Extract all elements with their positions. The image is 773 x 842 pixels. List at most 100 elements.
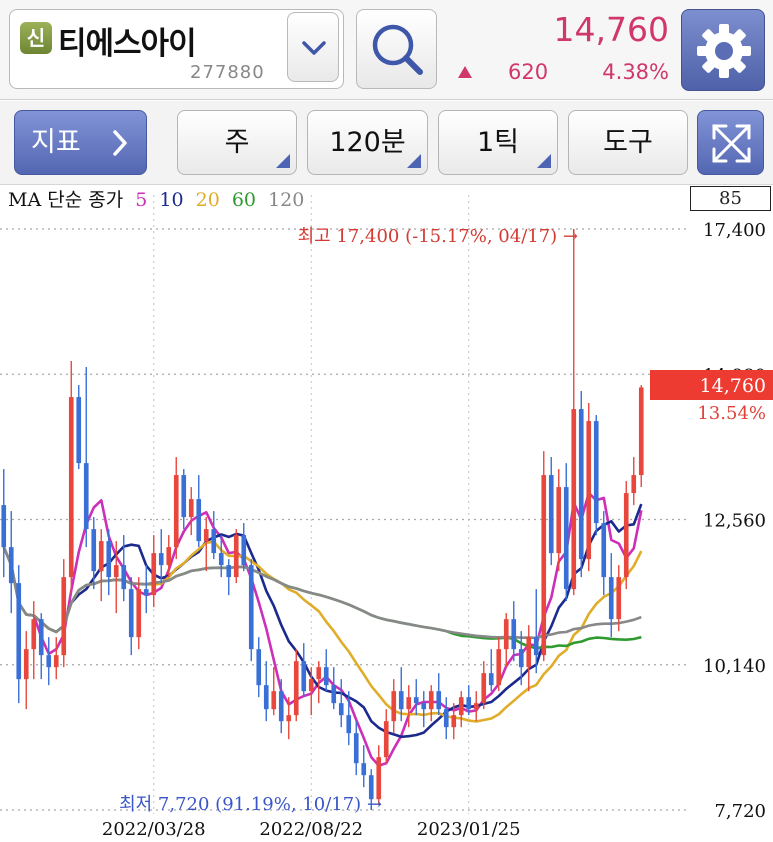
expand-button[interactable] (697, 110, 764, 175)
candle (353, 721, 359, 776)
current-change-percent: 13.54% (697, 403, 766, 424)
candle-body (623, 493, 629, 578)
candle-body (38, 619, 44, 656)
search-icon (372, 24, 423, 75)
candle (16, 565, 22, 704)
candle-body (181, 475, 187, 518)
stock-dropdown-button[interactable] (287, 12, 339, 82)
tools-button[interactable]: 도구 (568, 110, 688, 175)
stock-name: 티에스아이 (58, 26, 197, 62)
price-chart[interactable]: 최고 17,400 (-15.17%, 04/17) → 최저 7,720 (9… (0, 185, 773, 842)
candle (361, 745, 367, 788)
expand-icon (712, 124, 751, 163)
candle (511, 601, 517, 662)
candle-body (631, 475, 637, 494)
y-tick-label: 12,560 (703, 511, 766, 532)
candle (526, 625, 532, 692)
candle (443, 697, 449, 740)
candle-body (23, 649, 29, 680)
indicator-label: 지표 (31, 127, 81, 158)
candle (383, 709, 389, 764)
candle (391, 679, 397, 734)
stock-code: 277880 (190, 62, 265, 83)
ma-10-label: 10 (159, 189, 184, 211)
candle (481, 661, 487, 710)
candle (458, 691, 464, 728)
candle-body (248, 565, 254, 650)
candle-body (638, 387, 644, 476)
candle (8, 511, 14, 614)
candle (46, 637, 52, 686)
header: 신 티에스아이 277880 14,760 620 4.38% (0, 0, 773, 100)
candle-body (383, 721, 389, 758)
search-button[interactable] (356, 9, 437, 89)
settings-button[interactable] (681, 9, 765, 91)
candle-body (53, 655, 59, 668)
candle (68, 361, 74, 596)
candle (211, 511, 217, 560)
candle-body (226, 565, 232, 578)
candle-body (16, 583, 22, 680)
candle (173, 457, 179, 560)
indicator-button[interactable]: 지표 (14, 110, 147, 175)
candle-body (586, 421, 592, 560)
y-tick-label: 7,720 (714, 801, 766, 822)
candle-body (46, 655, 52, 668)
tick-button[interactable]: 1틱 (438, 110, 558, 175)
candle-body (173, 475, 179, 548)
candle (413, 679, 419, 716)
candle-body (376, 757, 382, 800)
candle (23, 631, 29, 710)
candle-body (556, 487, 562, 554)
candle-body (218, 553, 224, 566)
candle-body (436, 691, 442, 710)
candle-body (76, 397, 82, 464)
candle-body (128, 589, 134, 638)
candle-body (361, 763, 367, 776)
period-button[interactable]: 주 (177, 110, 297, 175)
candle (158, 529, 164, 584)
candle-body (466, 697, 472, 710)
candle-body (121, 565, 127, 590)
candle-body (188, 499, 194, 518)
interval-button[interactable]: 120분 (307, 110, 428, 175)
candle-body (608, 577, 614, 620)
candle (271, 667, 277, 716)
candle (76, 385, 82, 470)
ma-60-label: 60 (231, 189, 257, 211)
candle-body (481, 673, 487, 704)
candle-body (293, 661, 299, 716)
candle-body (458, 697, 464, 716)
x-tick-label: 2022/03/28 (102, 819, 206, 840)
candle (196, 475, 202, 548)
candle (1, 469, 7, 578)
candle-body (241, 535, 247, 566)
candle (578, 391, 584, 578)
candlestick-chart[interactable]: 최고 17,400 (-15.17%, 04/17) → 최저 7,720 (9… (0, 185, 773, 842)
candle-body (421, 703, 427, 710)
candle-body (203, 529, 209, 542)
candle (503, 613, 509, 668)
max-price-annotation: 최고 17,400 (-15.17%, 04/17) → (298, 226, 578, 247)
period-label: 주 (224, 127, 250, 158)
candle-body (406, 697, 412, 710)
candle-body (301, 661, 307, 692)
candle (563, 463, 569, 602)
interval-label: 120분 (329, 127, 406, 158)
chevron-down-icon (302, 41, 326, 55)
gear-icon (697, 24, 751, 78)
candle (638, 385, 644, 488)
candle-body (61, 577, 67, 656)
ma-legend: MA 단순 종가 5 10 20 60 120 (8, 185, 310, 212)
candle-body (428, 691, 434, 710)
candle-body (593, 421, 599, 524)
current-price: 14,760 (553, 10, 669, 49)
candle-body (91, 529, 97, 572)
y-tick-label: 17,400 (703, 220, 766, 241)
candle-body (263, 685, 269, 710)
candle (143, 565, 149, 614)
candle-body (496, 649, 502, 686)
candle-body (8, 547, 14, 584)
candle (338, 679, 344, 728)
candle-body (308, 679, 314, 692)
